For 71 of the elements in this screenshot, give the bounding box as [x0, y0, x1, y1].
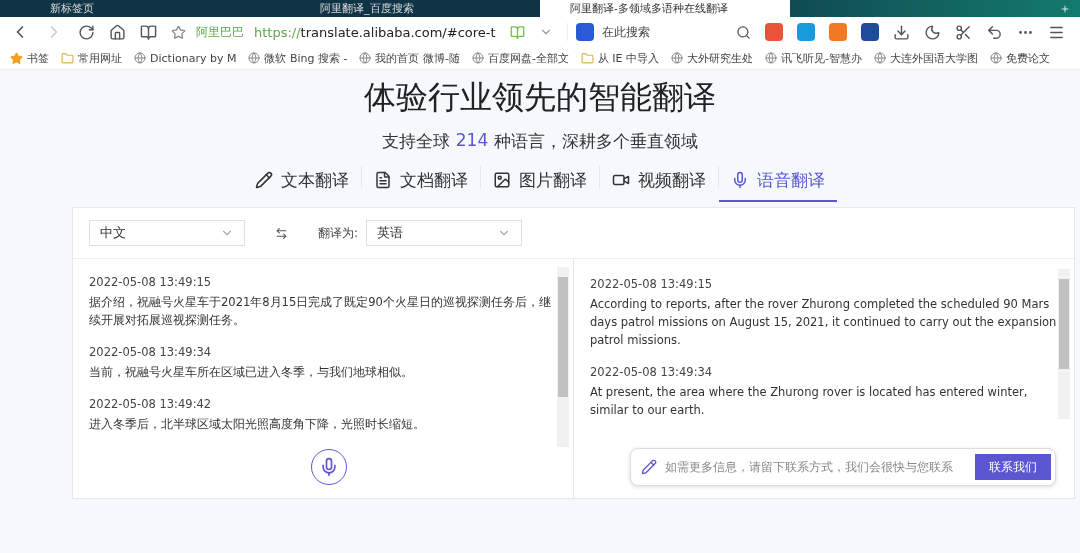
globe-icon [671, 52, 684, 64]
mode-tab[interactable]: 图片翻译 [481, 168, 599, 202]
bookmark[interactable]: 书签 [27, 50, 49, 66]
star-icon[interactable] [171, 24, 186, 40]
site-label: 阿里巴巴 [196, 23, 244, 41]
search-field[interactable]: 在此搜索 [601, 23, 728, 41]
target-language-select[interactable]: 英语 [366, 220, 523, 246]
source-language-select[interactable]: 中文 [89, 220, 245, 246]
timestamp: 2022-05-08 13:49:15 [89, 274, 213, 291]
mode-tab[interactable]: 文档翻译 [362, 168, 480, 202]
bookmark[interactable]: 微软 Bing 搜索 - [264, 50, 348, 66]
bookmark[interactable]: 讯飞听见-智慧办 [781, 50, 863, 66]
book-icon[interactable] [140, 23, 157, 41]
browser-tab[interactable]: 新标签页 [20, 0, 270, 17]
subtitle-text: 支持全球 [381, 130, 450, 153]
globe-icon [765, 52, 778, 64]
timestamp: 2022-05-08 13:49:34 [89, 344, 213, 361]
bookmark[interactable]: 免费论文 [1006, 50, 1051, 66]
new-tab-icon[interactable] [1060, 3, 1070, 14]
reload-icon[interactable] [78, 23, 95, 41]
download-icon[interactable] [892, 23, 910, 41]
microphone-icon [731, 171, 749, 189]
image-icon [493, 171, 511, 189]
star-icon [10, 51, 23, 65]
scrollbar[interactable] [557, 267, 569, 447]
bookmark[interactable]: 我的首页 微博-随 [375, 50, 460, 66]
swap-icon[interactable] [275, 226, 288, 240]
scissors-icon[interactable] [954, 23, 972, 41]
search-icon[interactable] [735, 24, 751, 40]
pencil-icon [255, 171, 273, 189]
bookmark[interactable]: 从 IE 中导入 [597, 50, 660, 66]
globe-icon [248, 52, 261, 64]
browser-tab[interactable]: 阿里翻译_百度搜索 [290, 0, 540, 17]
globe-icon [134, 52, 146, 64]
translated-text: According to reports, after the rover Zhurong completed the scheduled 90 Mars days patrol missions on August 15, 2021, it continued to carry out the expansion patrol missions. [590, 296, 1058, 349]
translated-text: At present, the area where the Zhurong rover is located has entered winter, similar to our earth. [590, 384, 1029, 419]
contact-button[interactable]: 联系我们 [975, 454, 1051, 480]
source-text: 进入冬季后，北半球区域太阳光照高度角下降，光照时长缩短。 [89, 416, 426, 433]
globe-icon [874, 52, 887, 64]
subtitle-text: 种语言，深耕多个垂直领域 [494, 130, 699, 153]
globe-icon [990, 52, 1003, 64]
mode-tab[interactable]: 视频翻译 [600, 168, 718, 202]
folder-icon [61, 51, 74, 65]
bookmark[interactable]: 常用网址 [78, 50, 122, 66]
globe-icon [359, 52, 372, 64]
timestamp: 2022-05-08 13:49:34 [590, 364, 714, 381]
bookmark[interactable]: 大连外国语大学图 [890, 50, 979, 66]
address-field[interactable]: https://translate.alibaba.com/#core-t [254, 24, 496, 40]
mode-tab[interactable]: 语音翻译 [719, 168, 837, 202]
source-text: 据介绍，祝融号火星车于2021年8月15日完成了既定90个火星日的巡视探测任务后，继续开展对拓展巡视探测任务。 [89, 294, 552, 329]
target-label: 翻译为: [318, 224, 359, 242]
bookmark[interactable]: 大外研究生处 [687, 50, 754, 66]
globe-icon [471, 52, 484, 64]
bookmark[interactable]: 百度网盘-全部文 [487, 50, 569, 66]
document-icon [374, 171, 392, 189]
folder-icon [580, 51, 594, 65]
microphone-icon [319, 457, 339, 477]
undo-icon[interactable] [985, 23, 1003, 41]
pencil-icon [641, 459, 657, 475]
page-title: 体验行业领先的智能翻译 [364, 77, 716, 118]
home-icon[interactable] [109, 23, 126, 41]
language-count: 214 [455, 130, 489, 152]
source-text: 当前，祝融号火星车所在区域已进入冬季，与我们地球相似。 [89, 364, 414, 381]
browser-tab[interactable]: 阿里翻译-多领域多语种在线翻译 [540, 0, 790, 17]
bookmark[interactable]: Dictionary by M [150, 51, 237, 65]
scrollbar[interactable] [1058, 269, 1070, 419]
mode-tab[interactable]: 文本翻译 [243, 168, 361, 202]
microphone-button[interactable] [311, 449, 347, 485]
moon-icon[interactable] [923, 23, 941, 41]
timestamp: 2022-05-08 13:49:42 [89, 396, 213, 413]
timestamp: 2022-05-08 13:49:15 [590, 276, 714, 293]
